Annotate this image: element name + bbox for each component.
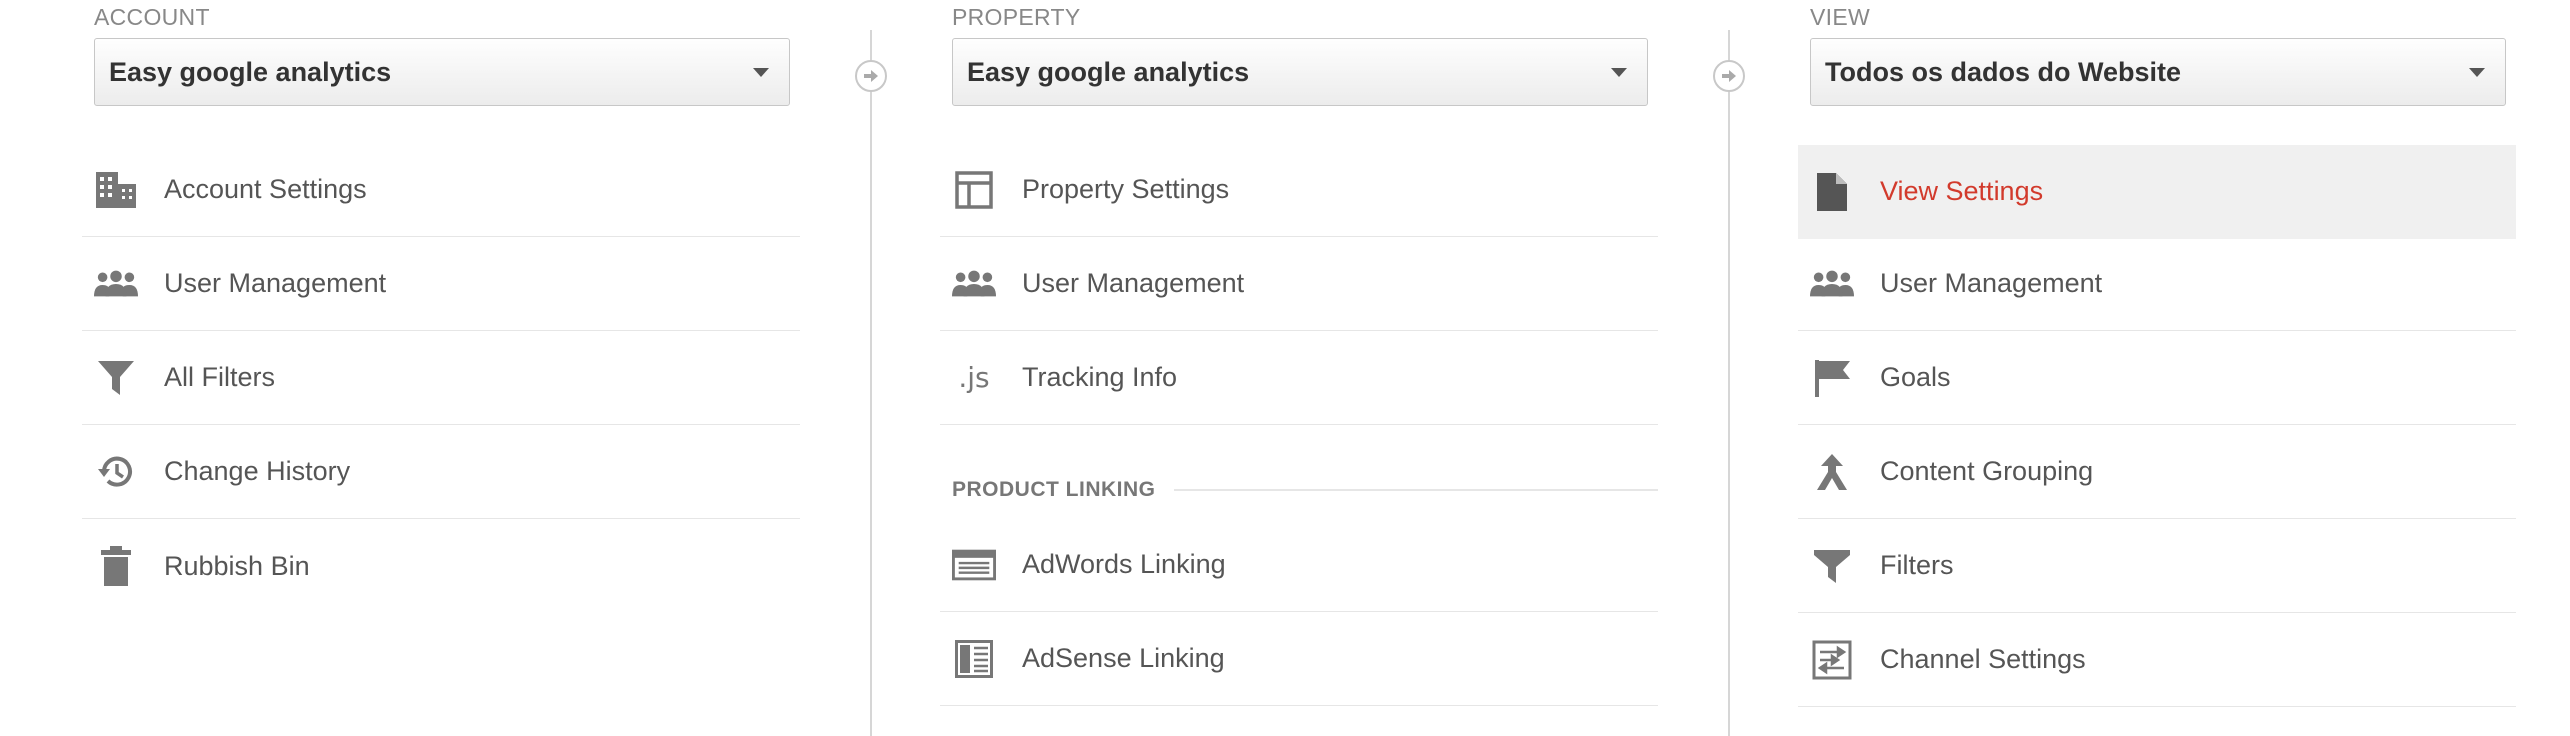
tracking-info-item[interactable]: .js Tracking Info	[940, 331, 1658, 425]
property-settings-label: Property Settings	[1022, 174, 1230, 204]
tracking-info-label: Tracking Info	[1022, 362, 1178, 392]
property-user-management-item[interactable]: User Management	[940, 237, 1658, 331]
filters-label: Filters	[1880, 550, 1954, 580]
product-linking-heading-text: PRODUCT LINKING	[952, 478, 1156, 501]
property-user-management-label: User Management	[1022, 268, 1245, 298]
view-settings-label: View Settings	[1880, 176, 2044, 206]
view-user-management-item[interactable]: User Management	[1798, 237, 2516, 331]
arrow-right-icon	[855, 60, 887, 92]
content-grouping-label: Content Grouping	[1880, 456, 2094, 486]
account-selector[interactable]: Easy google analytics	[94, 38, 790, 106]
property-settings-item[interactable]: Property Settings	[940, 143, 1658, 237]
account-settings-label: Account Settings	[164, 174, 367, 204]
account-settings-item[interactable]: Account Settings	[82, 143, 800, 237]
property-column-label: PROPERTY	[952, 4, 1081, 30]
arrow-right-icon	[1713, 60, 1745, 92]
change-history-label: Change History	[164, 456, 351, 486]
adwords-linking-label: AdWords Linking	[1022, 549, 1226, 579]
all-filters-item[interactable]: All Filters	[82, 331, 800, 425]
adsense-linking-item[interactable]: AdSense Linking	[940, 612, 1658, 706]
adwords-icon	[952, 543, 996, 587]
account-selector-value: Easy google analytics	[109, 56, 392, 87]
filter-icon	[94, 356, 138, 400]
filters-item[interactable]: Filters	[1798, 519, 2516, 613]
goals-label: Goals	[1880, 362, 1951, 392]
users-icon	[94, 262, 138, 306]
account-user-management-label: User Management	[164, 268, 387, 298]
chevron-down-icon[interactable]	[1611, 68, 1627, 77]
view-column-label: VIEW	[1810, 4, 1870, 30]
rubbish-bin-label: Rubbish Bin	[164, 550, 310, 581]
view-selector-value: Todos os dados do Website	[1825, 56, 2182, 87]
goals-item[interactable]: Goals	[1798, 331, 2516, 425]
document-icon	[1810, 170, 1854, 214]
chevron-down-icon[interactable]	[2469, 68, 2485, 77]
column-divider	[1728, 30, 1730, 736]
js-icon-text: .js	[958, 361, 990, 394]
property-selector[interactable]: Easy google analytics	[952, 38, 1648, 106]
js-icon: .js	[952, 356, 996, 400]
account-user-management-item[interactable]: User Management	[82, 237, 800, 331]
view-selector[interactable]: Todos os dados do Website	[1810, 38, 2506, 106]
rubbish-bin-item[interactable]: Rubbish Bin	[82, 519, 800, 613]
users-icon	[952, 262, 996, 306]
view-user-management-label: User Management	[1880, 268, 2103, 298]
column-divider	[870, 30, 872, 736]
history-icon	[94, 450, 138, 494]
filter-icon	[1810, 544, 1854, 588]
flag-icon	[1810, 356, 1854, 400]
trash-icon	[94, 544, 138, 588]
channel-settings-item[interactable]: Channel Settings	[1798, 613, 2516, 707]
users-icon	[1810, 262, 1854, 306]
channel-settings-icon	[1810, 638, 1854, 682]
all-filters-label: All Filters	[164, 362, 276, 392]
channel-settings-label: Channel Settings	[1880, 644, 2086, 674]
product-linking-heading: PRODUCT LINKING	[952, 475, 1658, 505]
view-settings-item[interactable]: View Settings	[1798, 145, 2516, 239]
layout-icon	[952, 168, 996, 212]
adsense-icon	[952, 637, 996, 681]
change-history-item[interactable]: Change History	[82, 425, 800, 519]
content-grouping-icon	[1810, 450, 1854, 494]
adsense-linking-label: AdSense Linking	[1022, 643, 1225, 673]
content-grouping-item[interactable]: Content Grouping	[1798, 425, 2516, 519]
section-divider	[1173, 489, 1658, 491]
adwords-linking-item[interactable]: AdWords Linking	[940, 518, 1658, 612]
chevron-down-icon[interactable]	[753, 68, 769, 77]
property-selector-value: Easy google analytics	[967, 56, 1250, 87]
building-icon	[94, 168, 138, 212]
account-column-label: ACCOUNT	[94, 4, 210, 30]
